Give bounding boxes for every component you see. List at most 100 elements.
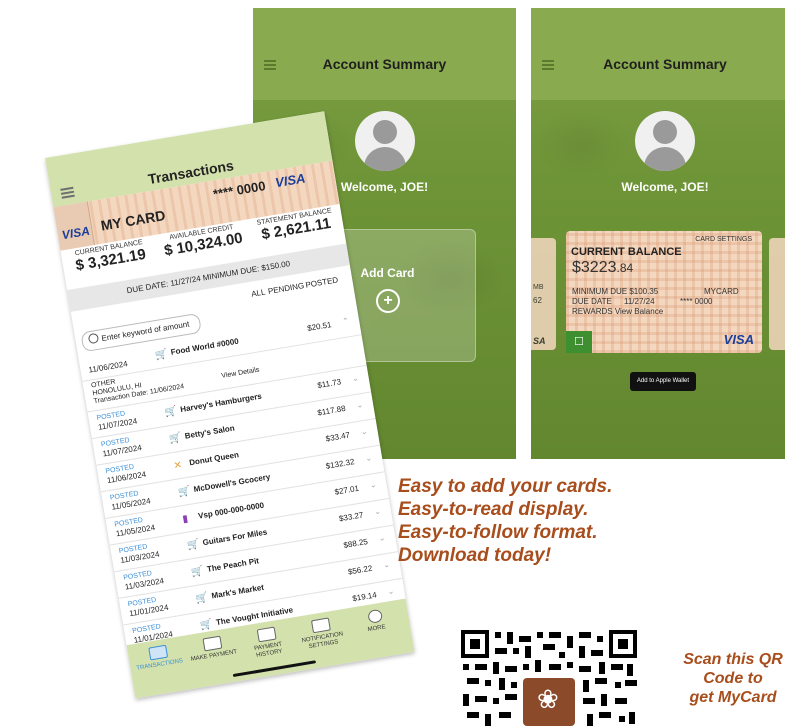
visa-logo: VISA	[274, 170, 307, 191]
mycard-logo-icon	[523, 678, 575, 726]
cart-icon: 🛒	[186, 538, 201, 552]
tx-merchant: Harvey's Hamburgers	[179, 391, 263, 415]
scan-line: Scan this QR	[683, 651, 783, 668]
scan-line: get MyCard	[689, 689, 777, 706]
current-balance-heading: CURRENT BALANCE	[571, 246, 682, 258]
fork-knife-icon: ✕	[172, 459, 183, 472]
cart-icon: 🛒	[177, 485, 192, 499]
card-settings-link[interactable]: CARD SETTINGS	[695, 236, 752, 243]
card-name: MY CARD	[99, 207, 167, 234]
credit-card[interactable]: CARD SETTINGS CURRENT BALANCE $3223.84 M…	[566, 231, 762, 353]
tx-amount: $132.32	[325, 457, 356, 471]
minimum-due-row: MINIMUM DUE $100.35 MYCARD	[572, 287, 739, 296]
avatar	[635, 111, 695, 171]
minimum-due: MINIMUM DUE $100.35	[572, 287, 659, 296]
calendar-icon	[256, 626, 277, 643]
chevron-down-icon[interactable]: ⌄	[360, 427, 368, 437]
chevron-down-icon[interactable]: ⌄	[365, 453, 373, 463]
tx-amount: $11.73	[316, 377, 342, 391]
nav-more[interactable]: MORE	[346, 605, 404, 637]
more-icon	[366, 608, 383, 624]
peek-text: MB	[533, 284, 544, 291]
next-card-peek[interactable]	[769, 238, 785, 350]
tagline-line: Easy to add your cards.	[398, 476, 613, 497]
tx-amount: $27.01	[333, 483, 360, 497]
tx-amount: $33.27	[338, 510, 365, 524]
tab-pending[interactable]: PENDING	[267, 281, 304, 296]
peek-text: SA	[533, 336, 546, 346]
tx-amount: $56.22	[347, 563, 373, 577]
tx-merchant: Mark's Market	[210, 582, 265, 601]
tagline-line: Download today!	[398, 545, 552, 566]
tab-posted[interactable]: POSTED	[305, 275, 339, 289]
nav-label: NOTIFICATION SETTINGS	[301, 631, 344, 651]
card-number: **** 0000	[212, 178, 267, 202]
peek-text: 62	[533, 296, 542, 305]
chevron-down-icon[interactable]: ⌄	[351, 373, 359, 383]
tx-merchant: The Peach Pit	[206, 556, 260, 574]
due-date-row: DUE DATE 11/27/24 **** 0000	[572, 297, 712, 306]
cart-icon: 🛒	[168, 432, 183, 446]
nav-label: TRANSACTIONS	[136, 658, 184, 672]
payment-icon	[201, 635, 222, 652]
chevron-down-icon[interactable]: ⌄	[369, 480, 377, 490]
nav-payment-history[interactable]: PAYMENT HISTORY	[238, 624, 297, 663]
card-name: MYCARD	[704, 287, 739, 296]
tagline-line: Easy-to-read display.	[398, 499, 589, 520]
view-details-link[interactable]: View Details	[221, 367, 260, 380]
tx-merchant: Donut Queen	[188, 450, 240, 468]
chevron-down-icon[interactable]: ⌄	[387, 586, 395, 596]
cart-icon: 🛒	[190, 565, 205, 579]
marketing-tagline: Easy to add your cards. Easy-to-read dis…	[398, 475, 612, 567]
nav-notification-settings[interactable]: NOTIFICATION SETTINGS	[292, 615, 351, 654]
tagline-line: Easy-to-follow format.	[398, 522, 598, 543]
due-date-label: DUE DATE	[572, 297, 612, 306]
tx-merchant: Vsp 000-000-0000	[197, 500, 265, 521]
card-last4: **** 0000	[680, 297, 713, 306]
tx-amount: $19.14	[351, 590, 378, 604]
current-balance-value: $3223.84	[572, 259, 633, 277]
balance-dollars: $3223	[572, 259, 617, 276]
visa-logo: VISA	[723, 332, 754, 347]
scan-line: Code to	[703, 670, 763, 687]
tx-merchant: McDowell's Gcocery	[193, 472, 271, 494]
nav-transactions[interactable]: TRANSACTIONS	[129, 642, 187, 674]
plus-icon: +	[376, 289, 400, 313]
scan-qr-caption: Scan this QR Code to get MyCard	[668, 650, 785, 707]
rewards-link[interactable]: REWARDS View Balance	[572, 307, 663, 316]
chevron-down-icon[interactable]: ⌄	[382, 560, 390, 570]
tab-all[interactable]: ALL	[251, 288, 267, 299]
nav-label: MAKE PAYMENT	[190, 649, 238, 663]
balance-cents: .84	[616, 261, 634, 275]
nav-label: PAYMENT HISTORY	[253, 641, 283, 659]
previous-card-peek[interactable]: VISA	[53, 201, 96, 251]
due-date: 11/27/24	[624, 297, 655, 306]
avatar	[355, 111, 415, 171]
header-bar: Account Summary	[253, 8, 516, 100]
lock-icon[interactable]: ☐	[566, 331, 592, 353]
page-title: Account Summary	[322, 56, 447, 72]
home-indicator	[232, 660, 317, 678]
tx-amount: $20.51	[306, 320, 333, 333]
cart-icon: 🛒	[199, 618, 214, 632]
gear-icon	[310, 617, 331, 634]
previous-card-peek[interactable]: MB 62 SA	[531, 238, 556, 350]
cart-icon: 🛒	[154, 348, 169, 362]
qr-code[interactable]	[459, 628, 639, 726]
tx-merchant: Food World #0000	[170, 336, 240, 357]
apple-wallet-button[interactable]: Add to Apple Wallet	[630, 372, 696, 391]
tx-merchant: Guitars For Miles	[201, 527, 268, 548]
tx-date: 11/06/2024	[87, 359, 129, 375]
tx-amount: $33.47	[325, 430, 351, 444]
cart-icon: 🛒	[195, 592, 210, 606]
chevron-down-icon[interactable]: ⌄	[378, 533, 386, 543]
transactions-icon	[147, 644, 168, 661]
bag-icon: ▮	[181, 513, 189, 526]
chevron-down-icon[interactable]: ⌄	[373, 506, 381, 516]
chevron-up-icon[interactable]: ⌃	[342, 316, 350, 326]
tx-amount: $117.88	[316, 403, 347, 418]
account-summary-screen-card: Account Summary Welcome, JOE! MB 62 SA C…	[531, 8, 785, 459]
chevron-down-icon[interactable]: ⌄	[356, 400, 364, 410]
page-title: Account Summary	[603, 56, 727, 72]
nav-make-payment[interactable]: MAKE PAYMENT	[184, 633, 242, 665]
